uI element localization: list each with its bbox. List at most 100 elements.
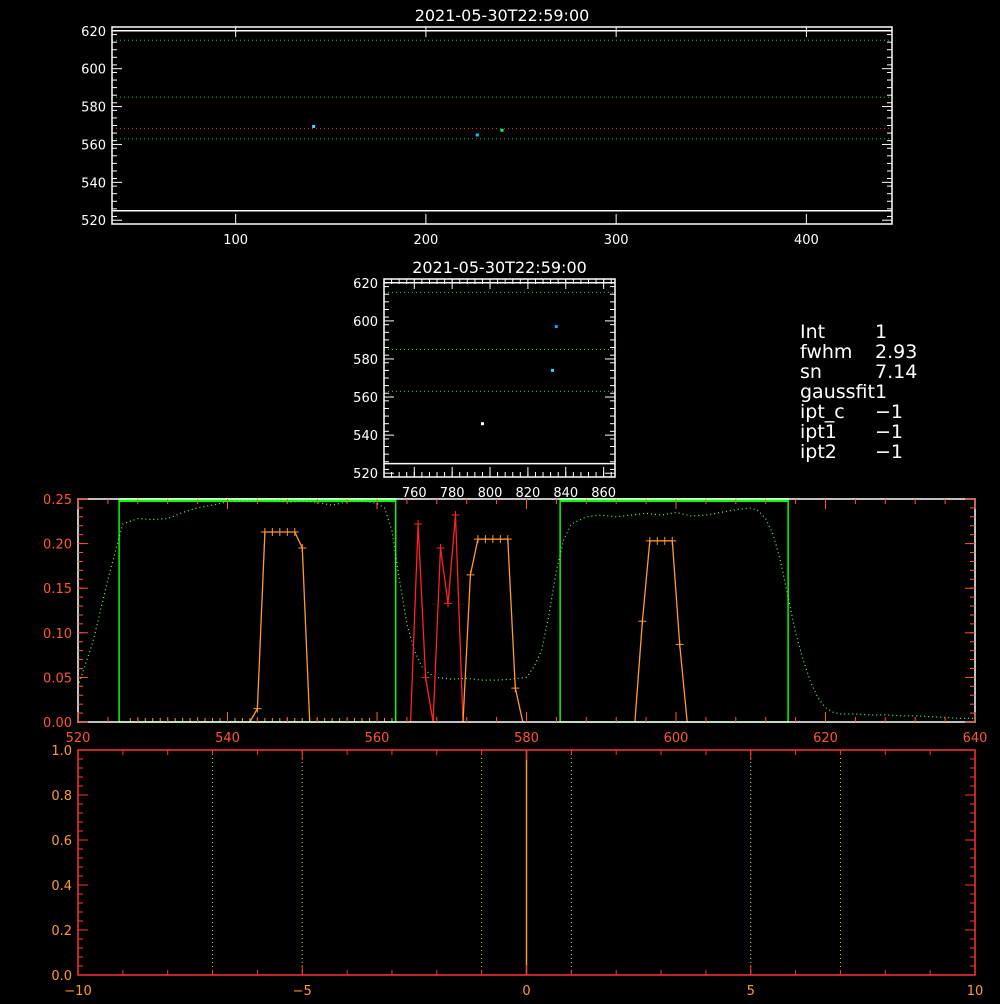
series-marker xyxy=(668,536,677,545)
info-key: Int xyxy=(800,321,826,343)
x-tick-label: 200 xyxy=(413,233,438,248)
series-marker xyxy=(444,599,453,608)
series-marker xyxy=(414,519,423,528)
data-point xyxy=(480,422,484,426)
x-tick-label: 600 xyxy=(664,731,689,746)
info-key: ipt_c xyxy=(800,401,845,423)
series-marker xyxy=(660,536,669,545)
x-tick-label: 5 xyxy=(747,984,755,999)
x-tick-label: 620 xyxy=(813,731,838,746)
info-key: sn xyxy=(800,361,822,383)
data-point xyxy=(312,124,316,128)
y-tick-label: 600 xyxy=(353,315,378,330)
x-tick-label: 540 xyxy=(215,731,240,746)
data-point xyxy=(500,128,504,132)
x-tick-label: 10 xyxy=(967,984,984,999)
chart-4: −10 −5 0 5 10 0.0 0.2 0.4 0.6 0.8 1.0 xyxy=(51,744,983,999)
y-tick-label: 620 xyxy=(81,25,106,40)
y-tick-label: 0.8 xyxy=(51,789,72,804)
data-point xyxy=(554,325,558,329)
y-tick-label: 540 xyxy=(81,176,106,191)
info-row-ipt-c: ipt_c −1 xyxy=(800,402,917,422)
info-value: −1 xyxy=(875,401,904,423)
series-marker xyxy=(638,617,647,626)
y-tick-label: 0.2 xyxy=(51,924,72,939)
chart-1: 2021-05-30T22:59:00 100 200 300 400 520 540 560… xyxy=(81,6,893,248)
series-marker xyxy=(290,528,299,537)
data-point xyxy=(475,133,479,137)
plot-frame xyxy=(111,26,893,225)
series-marker xyxy=(466,570,475,579)
y-tick-label: 560 xyxy=(353,391,378,406)
y-tick-label: 540 xyxy=(353,429,378,444)
series-marker xyxy=(488,535,497,544)
figure: 2021-05-30T22:59:00 100 200 300 400 520 540 560… xyxy=(0,0,1000,1000)
info-row-fwhm: fwhm 2.93 xyxy=(800,342,917,362)
info-key: gaussfit xyxy=(800,381,875,403)
info-row-ipt2: ipt2 −1 xyxy=(800,442,917,462)
y-tick-label: 0.10 xyxy=(43,627,72,642)
series-marker xyxy=(275,528,284,537)
series-marker xyxy=(675,640,684,649)
series-marker xyxy=(511,684,520,693)
info-key: ipt2 xyxy=(800,441,837,463)
y-tick-label: 0.00 xyxy=(43,716,72,731)
fit-info-panel: Int 1 fwhm 2.93 sn 7.14 gaussfit 1 ipt_c −1 i… xyxy=(800,322,917,462)
series-marker xyxy=(421,673,430,682)
passband-box xyxy=(118,498,397,723)
info-row-int: Int 1 xyxy=(800,322,917,342)
series-marker xyxy=(268,528,277,537)
passband-box xyxy=(559,498,789,723)
y-tick-label: 0.4 xyxy=(51,879,72,894)
series-line-4 xyxy=(462,538,524,723)
series-line-5 xyxy=(634,540,688,723)
series-marker xyxy=(451,511,460,520)
y-tick-label: 0.05 xyxy=(43,671,72,686)
series-marker xyxy=(473,535,482,544)
chart-2: 2021-05-30T22:59:00760 780 800 820 840 860520… xyxy=(353,258,616,501)
chart-title: 2021-05-30T22:59:00 xyxy=(415,6,590,25)
series-line-2 xyxy=(249,531,311,723)
y-tick-label: 560 xyxy=(81,138,106,153)
plot-frame xyxy=(77,498,976,723)
x-tick-label: 400 xyxy=(794,233,819,248)
series-line-3 xyxy=(409,515,464,723)
info-value: 1 xyxy=(875,321,888,343)
series-marker xyxy=(481,535,490,544)
x-tick-label: 300 xyxy=(604,233,629,248)
y-tick-label: 580 xyxy=(353,353,378,368)
chart-3: 520 540 560 580 600 620 6400.000.050.100.150.2… xyxy=(43,493,987,746)
series-marker xyxy=(496,535,505,544)
data-point xyxy=(551,368,555,372)
x-tick-label: 640 xyxy=(963,731,988,746)
y-tick-label: 1.0 xyxy=(51,744,72,759)
y-tick-label: 620 xyxy=(353,277,378,292)
x-tick-label: 100 xyxy=(223,233,248,248)
y-tick-label: 0.6 xyxy=(51,834,72,849)
series-marker xyxy=(260,528,269,537)
x-tick-label: 0 xyxy=(522,984,530,999)
x-tick-label: −10 xyxy=(64,984,91,999)
y-tick-label: 0.25 xyxy=(43,493,72,508)
series-marker xyxy=(436,544,445,553)
info-value: −1 xyxy=(875,421,904,443)
chart-title: 2021-05-30T22:59:00 xyxy=(412,258,587,277)
series-marker xyxy=(283,528,292,537)
info-value: 7.14 xyxy=(875,361,918,383)
info-row-ipt1: ipt1 −1 xyxy=(800,422,917,442)
figure-svg: 2021-05-30T22:59:00100 200 300 400520540560… xyxy=(43,6,987,999)
info-key: ipt1 xyxy=(800,421,837,443)
series-marker xyxy=(653,536,662,545)
series-line-1 xyxy=(77,499,975,720)
info-value: 2.93 xyxy=(875,341,918,363)
series-marker xyxy=(645,536,654,545)
x-tick-label: 580 xyxy=(514,731,539,746)
info-row-sn: sn 7.14 xyxy=(800,362,917,382)
y-tick-label: 520 xyxy=(353,467,378,482)
y-tick-label: 0.0 xyxy=(51,969,72,984)
info-key: fwhm xyxy=(800,341,853,363)
x-tick-label: −5 xyxy=(293,984,312,999)
y-tick-label: 520 xyxy=(81,214,106,229)
info-value: 1 xyxy=(875,381,888,403)
y-tick-label: 600 xyxy=(81,63,106,78)
